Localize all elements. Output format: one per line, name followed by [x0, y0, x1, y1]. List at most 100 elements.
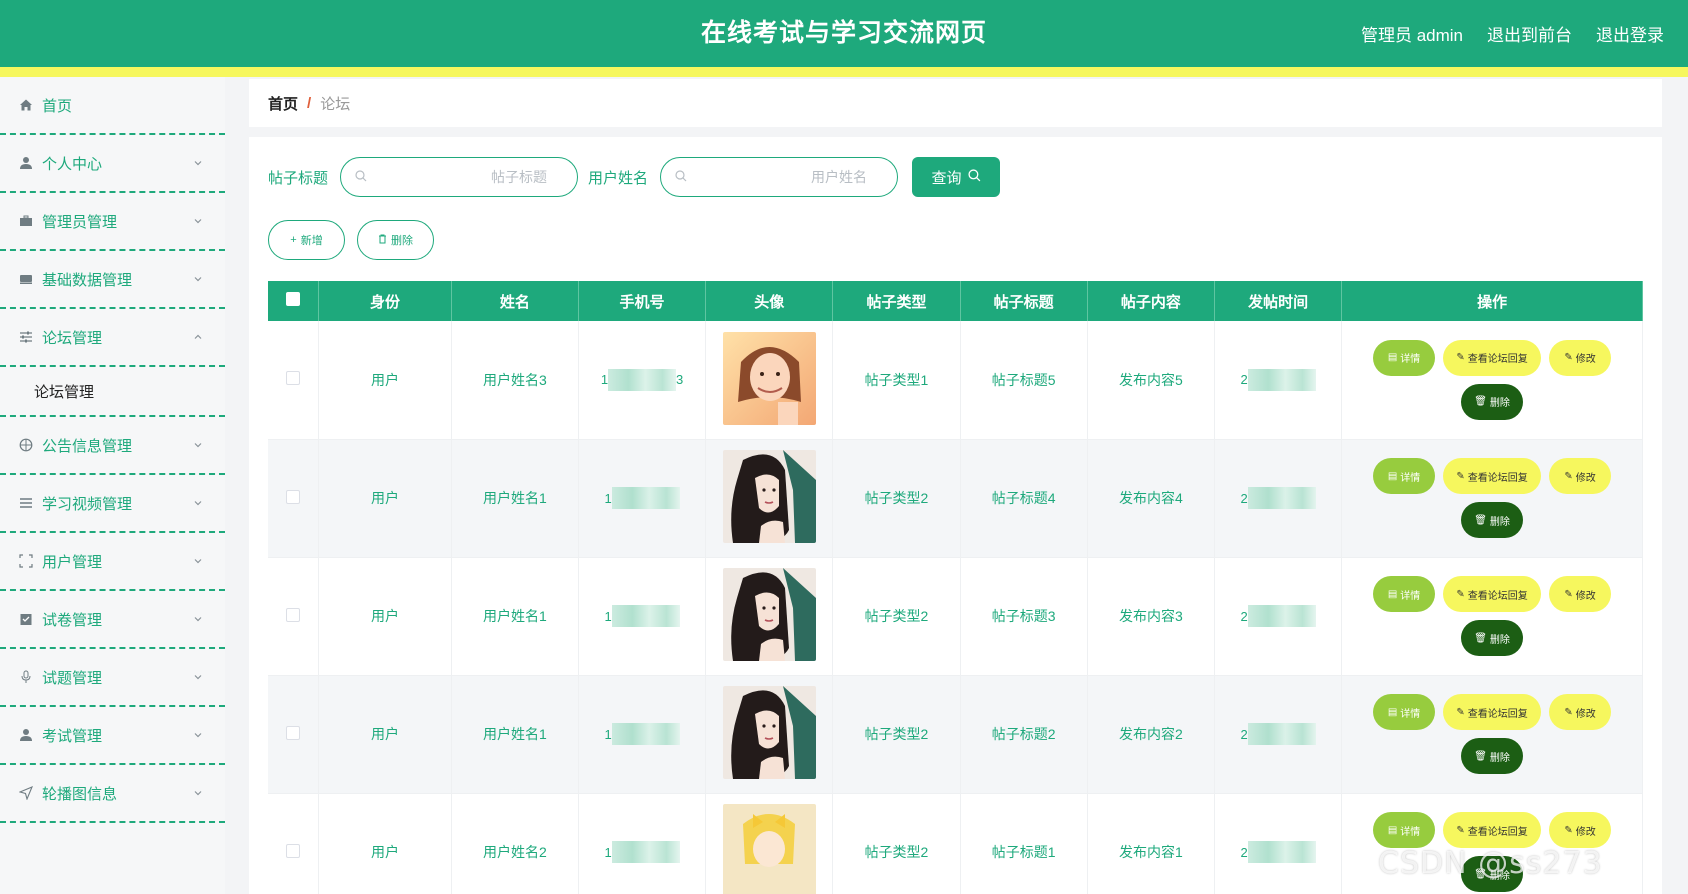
- col-header-avatar[interactable]: 头像: [705, 281, 834, 321]
- batch-delete-button[interactable]: 删除: [357, 220, 434, 260]
- row-checkbox[interactable]: [286, 725, 301, 740]
- view-replies-label: 查看论坛回复: [1467, 590, 1528, 602]
- top-links: 管理员 admin 退出到前台 退出登录: [1361, 0, 1664, 67]
- cell-post-content: 发布内容3: [1087, 557, 1215, 676]
- pixelated-mask: [608, 368, 677, 391]
- row-delete-button[interactable]: 🗑 删除: [1461, 620, 1524, 656]
- cell-phone: 1: [578, 557, 707, 676]
- col-header-post-type[interactable]: 帖子类型: [832, 281, 961, 321]
- col-header-name[interactable]: 姓名: [451, 281, 579, 321]
- sidebar-item-user-management[interactable]: 用户管理: [0, 533, 225, 591]
- row-checkbox[interactable]: [286, 371, 301, 386]
- col-header-post-title[interactable]: 帖子标题: [960, 281, 1088, 321]
- sidebar-item-label: 管理员管理: [42, 213, 118, 231]
- top-header: 在线考试与学习交流网页 管理员 admin 退出到前台 退出登录: [0, 0, 1688, 67]
- sidebar-subitem-forum[interactable]: 论坛管理: [0, 367, 225, 417]
- add-button[interactable]: + 新增: [268, 220, 345, 260]
- row-delete-button[interactable]: 🗑 删除: [1461, 383, 1524, 420]
- edit-button[interactable]: ✎ 修改: [1549, 458, 1612, 494]
- trash-icon: 🗑: [1474, 396, 1487, 408]
- sidebar-item-base-data[interactable]: 基础数据管理: [0, 251, 225, 309]
- search-icon: [675, 169, 687, 185]
- edit-button[interactable]: ✎ 修改: [1549, 694, 1612, 730]
- select-all-cell: [268, 281, 320, 321]
- query-button[interactable]: 查询: [912, 157, 1001, 197]
- admin-label[interactable]: 管理员 admin: [1361, 21, 1463, 46]
- edit-button[interactable]: ✎ 修改: [1549, 576, 1612, 612]
- cell-role: 用户: [318, 557, 452, 676]
- cell-name: 用户姓名2: [451, 793, 579, 894]
- row-select-cell: [268, 793, 320, 894]
- cell-name: 用户姓名1: [451, 557, 579, 676]
- detail-button[interactable]: ▤ 详情: [1373, 812, 1436, 848]
- person-icon: [18, 727, 34, 743]
- pencil-icon: ✎: [1564, 588, 1573, 600]
- sidebar-item-exam-management[interactable]: 考试管理: [0, 707, 225, 765]
- avatar-image[interactable]: [722, 331, 816, 425]
- col-header-phone[interactable]: 手机号: [578, 281, 707, 321]
- row-checkbox[interactable]: [286, 489, 301, 504]
- col-header-post-content[interactable]: 帖子内容: [1087, 281, 1215, 321]
- sidebar-item-forum-management[interactable]: 论坛管理: [0, 309, 225, 367]
- col-header-post-time[interactable]: 发帖时间: [1214, 281, 1343, 321]
- edit-button[interactable]: ✎ 修改: [1549, 339, 1612, 376]
- table-header-row: 身份 姓名 手机号 头像 帖子类型 帖子标题 帖子内容 发帖时间 操作: [268, 281, 1643, 321]
- row-actions: ▤ 详情 ✎ 查看论坛回复 ✎ 修改 🗑 删除: [1342, 576, 1642, 656]
- view-replies-button[interactable]: ✎ 查看论坛回复: [1443, 694, 1542, 730]
- sidebar-item-question-management[interactable]: 试题管理: [0, 649, 225, 707]
- chevron-down-icon: [193, 498, 203, 508]
- sidebar-item-video[interactable]: 学习视频管理: [0, 475, 225, 533]
- edit-button[interactable]: ✎ 修改: [1549, 812, 1612, 848]
- cell-actions: ▤ 详情 ✎ 查看论坛回复 ✎ 修改 🗑 删除: [1341, 557, 1643, 676]
- select-all-checkbox[interactable]: [286, 292, 301, 306]
- avatar-image[interactable]: [722, 686, 816, 779]
- sidebar-item-label: 试卷管理: [42, 611, 103, 629]
- col-header-role[interactable]: 身份: [318, 281, 452, 321]
- cell-phone: 1: [578, 439, 707, 558]
- plus-icon: +: [290, 234, 297, 246]
- detail-button[interactable]: ▤ 详情: [1373, 694, 1436, 730]
- detail-button[interactable]: ▤ 详情: [1373, 458, 1436, 494]
- sidebar-item-label: 基础数据管理: [42, 271, 133, 289]
- avatar-image[interactable]: [722, 804, 816, 894]
- user-name-input[interactable]: [691, 169, 884, 185]
- cell-post-title: 帖子标题3: [960, 557, 1088, 676]
- row-delete-button[interactable]: 🗑 删除: [1461, 738, 1524, 774]
- time-prefix: 2: [1240, 726, 1248, 742]
- cell-avatar: [705, 793, 834, 894]
- phone-prefix: 1: [600, 372, 609, 388]
- avatar-image[interactable]: [722, 450, 816, 543]
- pencil-icon: ✎: [1456, 706, 1465, 718]
- cell-role: 用户: [318, 321, 452, 440]
- exit-to-front-link[interactable]: 退出到前台: [1487, 21, 1572, 46]
- sidebar-item-admin-management[interactable]: 管理员管理: [0, 193, 225, 251]
- view-replies-label: 查看论坛回复: [1467, 708, 1528, 720]
- row-delete-button[interactable]: 🗑 删除: [1461, 502, 1524, 538]
- row-checkbox[interactable]: [286, 843, 301, 858]
- search-icon: [355, 169, 367, 185]
- cell-post-time: 2: [1214, 675, 1343, 794]
- detail-button[interactable]: ▤ 详情: [1373, 576, 1436, 612]
- sliders-icon: [18, 329, 34, 345]
- cell-post-title: 帖子标题5: [960, 321, 1088, 440]
- pencil-icon: ✎: [1456, 588, 1465, 600]
- row-checkbox[interactable]: [286, 607, 301, 622]
- sidebar-item-notice[interactable]: 公告信息管理: [0, 417, 225, 475]
- cell-name: 用户姓名1: [451, 439, 579, 558]
- avatar-image[interactable]: [722, 568, 816, 661]
- sidebar-item-paper-management[interactable]: 试卷管理: [0, 591, 225, 649]
- sidebar-item-home[interactable]: 首页: [0, 77, 225, 135]
- post-title-input[interactable]: [371, 169, 564, 185]
- sidebar-item-carousel[interactable]: 轮播图信息: [0, 765, 225, 823]
- view-replies-button[interactable]: ✎ 查看论坛回复: [1443, 458, 1542, 494]
- sidebar-item-personal-center[interactable]: 个人中心: [0, 135, 225, 193]
- breadcrumb-home[interactable]: 首页: [268, 93, 298, 114]
- view-replies-button[interactable]: ✎ 查看论坛回复: [1443, 576, 1542, 612]
- view-replies-button[interactable]: ✎ 查看论坛回复: [1443, 812, 1542, 848]
- pencil-icon: ✎: [1456, 824, 1465, 836]
- action-row: + 新增 删除: [268, 220, 434, 260]
- view-replies-button[interactable]: ✎ 查看论坛回复: [1443, 339, 1542, 376]
- detail-label: 详情: [1400, 590, 1421, 602]
- detail-button[interactable]: ▤ 详情: [1373, 339, 1436, 376]
- logout-link[interactable]: 退出登录: [1596, 21, 1664, 46]
